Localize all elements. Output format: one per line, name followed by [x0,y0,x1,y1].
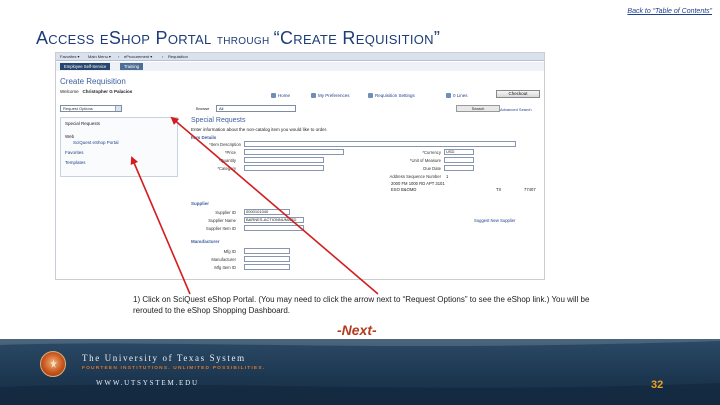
toolbar-home[interactable]: Home [271,93,291,99]
welcome-name: Christopher G Palacios [82,89,133,94]
settings-icon [368,93,373,99]
menu-separator-1: › [118,54,120,59]
footer-wave [0,339,720,405]
templates-link[interactable]: Templates [65,160,86,165]
toolbar-req-settings-label: Requisition Settings [375,93,415,98]
address-seq-value: 1 [446,174,449,179]
search-button[interactable]: Search [456,105,500,112]
due-date-input[interactable] [444,165,474,171]
title-part-create-req: “Create Requisition” [273,28,441,48]
peoplesoft-screenshot: Favorites ▾ Main Menu ▾ › eProcurement ▾… [55,52,545,280]
web-heading: Web [65,134,75,139]
supplier-item-input[interactable] [244,225,304,231]
supplier-id-input[interactable]: 0000101040 [244,209,290,215]
instruction-text: 1) Click on SciQuest eShop Portal. (You … [133,295,590,315]
request-options-select[interactable]: Request Options [60,105,122,112]
quantity-input[interactable] [244,157,324,163]
mfg-item-input[interactable] [244,264,290,270]
currency-input[interactable]: USD [444,149,474,155]
menu-eprocurement[interactable]: eProcurement ▾ [124,54,152,59]
supplier-section-label: Supplier [191,201,210,206]
toolbar-preferences-label: My Preferences [318,93,350,98]
address-seq-label: Address Sequence Number [389,174,441,179]
manufacturer-section-label: Manufacturer [191,239,220,244]
university-name: The University of Texas System [82,353,246,363]
tab-bar: Employee Self-Service Training [56,62,544,71]
supplier-name-label: Supplier Name [208,218,236,223]
special-requests-heading[interactable]: Special Requests [65,121,100,126]
quantity-label: *Quantity [218,158,236,163]
mfg-item-label: Mfg Item ID [214,265,236,270]
due-date-label: Due Date [423,166,441,171]
category-input[interactable] [244,165,324,171]
manufacturer-input[interactable] [244,256,290,262]
menu-favorites[interactable]: Favorites ▾ [60,54,80,59]
back-to-toc-link[interactable]: Back to “Table of Contents” [627,8,712,15]
address-state: TX [496,187,502,192]
page-number: 32 [651,379,664,391]
price-label: *Price [224,150,236,155]
browse-select[interactable]: All [216,105,296,112]
chevron-down-icon[interactable] [115,106,121,111]
favorites-link[interactable]: Favorites [65,150,84,155]
slide-title: Access eShop Portal through “Create Requ… [36,28,440,49]
unit-of-measure-input[interactable] [444,157,474,163]
address-line-1: 2000 FM 1000 RD APT 3101 [391,181,445,186]
item-description-input[interactable] [244,141,516,147]
category-label: *Category [217,166,236,171]
supplier-name-input[interactable]: BARNES-ACTIONNUMARD [244,217,304,223]
unit-of-measure-label: *Unit of Measure [409,158,441,163]
toolbar-home-label: Home [278,93,291,98]
toolbar-preferences[interactable]: My Preferences [311,93,350,99]
address-zip: 77407 [524,187,536,192]
sciquest-eshop-portal-link[interactable]: SciQuest eShop Portal [73,140,119,145]
university-url: WWW.UTSYSTEM.EDU [96,379,199,387]
item-description-label: *Item Description [209,142,241,147]
toolbar-lines-label: 0 Lines [453,93,468,98]
supplier-item-label: Supplier Item ID [205,226,236,231]
menu-separator-2: › [162,54,164,59]
toolbar-req-settings[interactable]: Requisition Settings [368,93,415,99]
title-part-through: through [216,31,274,47]
menu-requisition[interactable]: Requisition [168,54,188,59]
suggest-supplier-link[interactable]: Suggest New Supplier [474,218,515,223]
title-part-eshop: eShop Portal [99,28,217,48]
footer-banner: The University of Texas System FOURTEEN … [0,339,720,405]
advanced-search-link[interactable]: Advanced Search [500,107,532,112]
menu-main-menu[interactable]: Main Menu ▾ [88,54,111,59]
menu-bar: Favorites ▾ Main Menu ▾ › eProcurement ▾… [56,53,544,61]
toolbar-lines[interactable]: 0 Lines [446,93,468,99]
university-tagline: FOURTEEN INSTITUTIONS. UNLIMITED POSSIBI… [82,366,266,371]
welcome-label: Welcome [60,89,79,94]
home-icon [271,93,276,99]
address-line-2: ESO B&OMD [391,187,417,192]
ut-system-seal-icon [40,351,66,377]
item-details-label: Item Details [191,135,217,140]
title-part-access: Access [36,28,100,48]
request-options-value: Request Options [63,106,93,111]
mfg-id-label: Mfg ID [223,249,236,254]
price-input[interactable] [244,149,344,155]
supplier-id-label: Supplier ID [215,210,236,215]
manufacturer-label: Manufacturer [211,257,236,262]
welcome-line: Welcome Christopher G Palacios [60,89,132,94]
special-requests-note: Enter information about the non-catalog … [191,127,328,132]
special-requests-title: Special Requests [191,117,246,124]
tab-employee-self-service[interactable]: Employee Self-Service [60,63,111,70]
currency-label: *Currency [422,150,441,155]
tab-training[interactable]: Training [120,63,143,70]
browse-label: Browse [196,106,210,111]
request-options-panel: Special Requests Web SciQuest eShop Port… [60,117,178,177]
next-label[interactable]: -Next- [337,322,377,338]
checkout-button[interactable]: Checkout [496,90,540,98]
mfg-id-input[interactable] [244,248,290,254]
cart-icon [446,93,451,99]
page-title: Create Requisition [60,77,126,86]
preferences-icon [311,93,316,99]
